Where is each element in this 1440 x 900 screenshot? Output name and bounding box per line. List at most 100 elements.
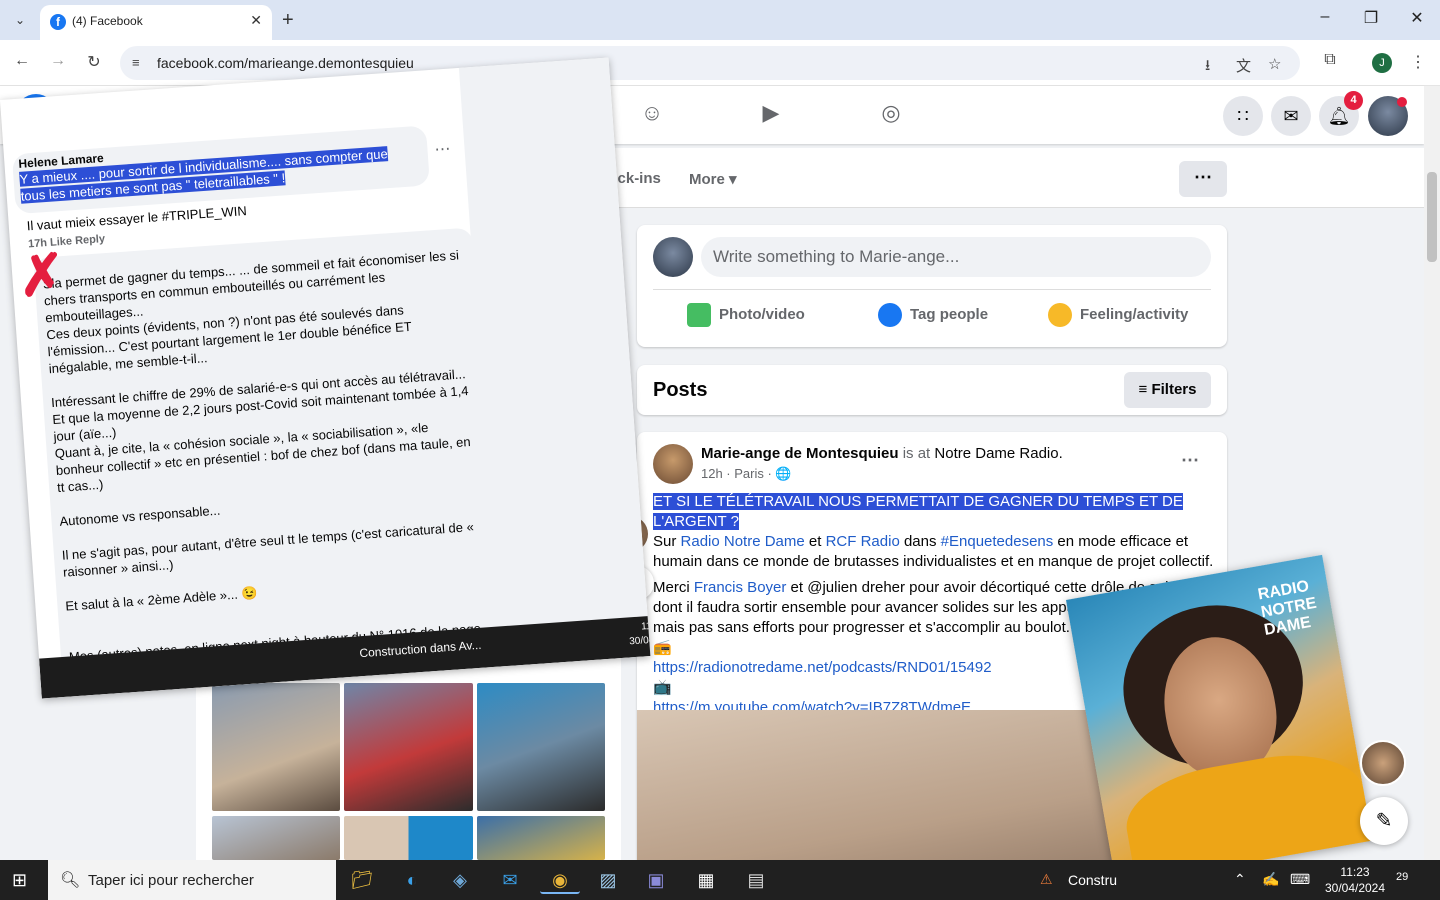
post-text-merci: Merci: [653, 579, 694, 596]
tray-text[interactable]: Constru: [1068, 872, 1117, 888]
photo-thumbnail[interactable]: [477, 816, 605, 860]
install-app-icon[interactable]: ⭳: [1205, 55, 1210, 80]
scrollbar-thumb[interactable]: [1427, 172, 1437, 262]
notification-center-badge[interactable]: 29: [1396, 871, 1408, 883]
browser-tab-strip: ⌄ f (4) Facebook ✕ + – ❐ ✕: [0, 0, 1440, 40]
profile-tabs: heck-ins More ▾ ⋯: [600, 148, 1424, 208]
post-place[interactable]: Notre Dame Radio: [934, 445, 1058, 462]
profile-options-button[interactable]: ⋯: [1179, 161, 1227, 197]
photo-thumbnail[interactable]: [212, 816, 340, 860]
menu-grid-icon[interactable]: ∷: [1223, 96, 1263, 136]
edge-browser-icon[interactable]: ◐: [392, 866, 432, 894]
taskbar-search[interactable]: 🔍︎ Taper ici pour rechercher: [48, 860, 336, 900]
forward-icon[interactable]: →: [46, 52, 70, 70]
photo-icon: [687, 303, 711, 327]
red-x-mark-icon: ✗: [16, 241, 68, 309]
filters-label: Filters: [1151, 381, 1197, 398]
reply-text: Sla permet de gagner du temps... ... de …: [42, 247, 481, 681]
windows-taskbar: ⊞ 🔍︎ Taper ici pour rechercher 📁︎ ◐ ◈ ✉ …: [0, 860, 1440, 900]
translate-icon[interactable]: 文: [1236, 55, 1251, 76]
reload-icon[interactable]: ↻: [82, 52, 106, 72]
composer-input[interactable]: Write something to Marie-ange...: [701, 237, 1211, 277]
new-message-button-icon[interactable]: ✎: [1360, 797, 1408, 845]
podcast-link[interactable]: https://radionotredame.net/podcasts/RND0…: [653, 659, 992, 676]
site-info-icon[interactable]: ≡: [132, 55, 140, 70]
maximize-button[interactable]: ❐: [1348, 8, 1394, 28]
overlay-tray-text: Construction dans Av...: [358, 637, 482, 661]
mail-icon[interactable]: ✉: [490, 866, 530, 894]
post-author-name[interactable]: Marie-ange de Montesquieu: [701, 445, 899, 462]
back-icon[interactable]: ←: [10, 52, 34, 70]
keyboard-icon[interactable]: ⌨: [1290, 871, 1310, 888]
notes-app-icon[interactable]: ▨: [588, 866, 628, 894]
tray-chevron-icon[interactable]: ⌃: [1234, 871, 1246, 888]
rcf-radio-link[interactable]: RCF Radio: [826, 533, 900, 550]
photo-thumbnail[interactable]: [344, 816, 473, 860]
browser-menu-icon[interactable]: ⋮: [1406, 52, 1430, 72]
address-bar[interactable]: ≡ facebook.com/marieange.demontesquieu ⭳…: [120, 46, 1300, 80]
file-explorer-icon[interactable]: 📁︎: [342, 866, 382, 894]
construction-warning-icon[interactable]: ⚠: [1040, 871, 1053, 888]
composer-divider: [653, 289, 1211, 290]
photo-thumbnail[interactable]: [344, 683, 473, 811]
groups-nav-icon[interactable]: ◎: [871, 100, 911, 126]
photo-thumbnail[interactable]: [212, 683, 340, 811]
taskbar-search-text: Taper ici pour rechercher: [88, 872, 254, 889]
tab-close-icon[interactable]: ✕: [250, 12, 262, 29]
browser-tab[interactable]: f (4) Facebook ✕: [40, 5, 272, 40]
radio-notre-dame-link[interactable]: Radio Notre Dame: [681, 533, 805, 550]
windows-start-icon[interactable]: ⊞: [12, 870, 27, 891]
post-text-dans: dans: [899, 533, 941, 550]
pen-icon[interactable]: ✍: [1262, 871, 1279, 888]
tab-title: (4) Facebook: [72, 14, 143, 28]
bookmark-star-icon[interactable]: ☆: [1268, 55, 1281, 73]
window-close-button[interactable]: ✕: [1394, 8, 1440, 28]
post-headline: ET SI LE TÉLÉTRAVAIL NOUS PERMETTAIT DE …: [653, 493, 1183, 530]
feeling-activity-label: Feeling/activity: [1080, 305, 1189, 323]
post-composer: Write something to Marie-ange... Photo/v…: [637, 225, 1227, 347]
chat-head-avatar-2[interactable]: [1360, 740, 1406, 786]
minimize-button[interactable]: –: [1302, 8, 1348, 26]
url-text[interactable]: facebook.com/marieange.demontesquieu: [157, 55, 414, 71]
post-text-sur: Sur: [653, 533, 681, 550]
photo-video-button[interactable]: Photo/video: [687, 303, 805, 327]
clock-date: 30/04/2024: [1324, 881, 1386, 895]
francis-boyer-link[interactable]: Francis Boyer: [694, 579, 787, 596]
new-tab-button[interactable]: +: [282, 8, 294, 32]
notification-count-badge: 4: [1344, 91, 1363, 110]
video-nav-icon[interactable]: ▶: [751, 100, 791, 126]
photo-thumbnail[interactable]: [477, 683, 605, 811]
app-icon-2[interactable]: ▣: [636, 866, 676, 894]
post-meta[interactable]: 12h · Paris · 🌐: [701, 466, 792, 482]
post-options-icon[interactable]: ⋯: [1181, 450, 1199, 471]
chrome-icon[interactable]: ◉: [540, 866, 580, 894]
posts-title: Posts: [653, 379, 708, 401]
comment-options-icon: ⋯: [433, 140, 452, 159]
taskbar-clock[interactable]: 11:23 30/04/2024: [1320, 864, 1390, 896]
tab-more[interactable]: More ▾: [689, 170, 737, 188]
facebook-favicon-icon: f: [50, 14, 66, 30]
account-alert-dot: [1397, 97, 1407, 107]
page-scrollbar[interactable]: [1424, 86, 1440, 860]
feeling-activity-button[interactable]: Feeling/activity: [1048, 303, 1188, 327]
extensions-icon[interactable]: ⧉: [1318, 51, 1342, 69]
document-app-icon[interactable]: ▤: [736, 866, 776, 894]
store-icon[interactable]: ▦: [686, 866, 726, 894]
taskbar-search-icon: 🔍︎: [60, 872, 81, 889]
posts-header-card: Posts ≡ Filters: [637, 365, 1227, 415]
friends-nav-icon[interactable]: ☺: [632, 100, 672, 126]
floating-portrait-photo: RADIO NOTRE DAME: [1066, 554, 1373, 886]
composer-avatar: [653, 237, 693, 277]
tab-search-button[interactable]: ⌄: [8, 8, 32, 32]
tag-people-button[interactable]: Tag people: [878, 303, 988, 327]
post-text-et: et: [804, 533, 826, 550]
post-author-avatar[interactable]: [653, 444, 693, 484]
hashtag-link[interactable]: #Enquetedesens: [941, 533, 1054, 550]
messenger-icon[interactable]: ✉: [1271, 96, 1311, 136]
browser-toolbar: ← → ↻ ≡ facebook.com/marieange.demontesq…: [0, 40, 1440, 86]
post-author-line: Marie-ange de Montesquieu is at Notre Da…: [701, 445, 1063, 462]
browser-profile-avatar[interactable]: J: [1372, 53, 1392, 73]
app-icon[interactable]: ◈: [440, 866, 480, 894]
post-period: .: [1058, 445, 1063, 462]
filters-button[interactable]: ≡ Filters: [1124, 372, 1211, 408]
